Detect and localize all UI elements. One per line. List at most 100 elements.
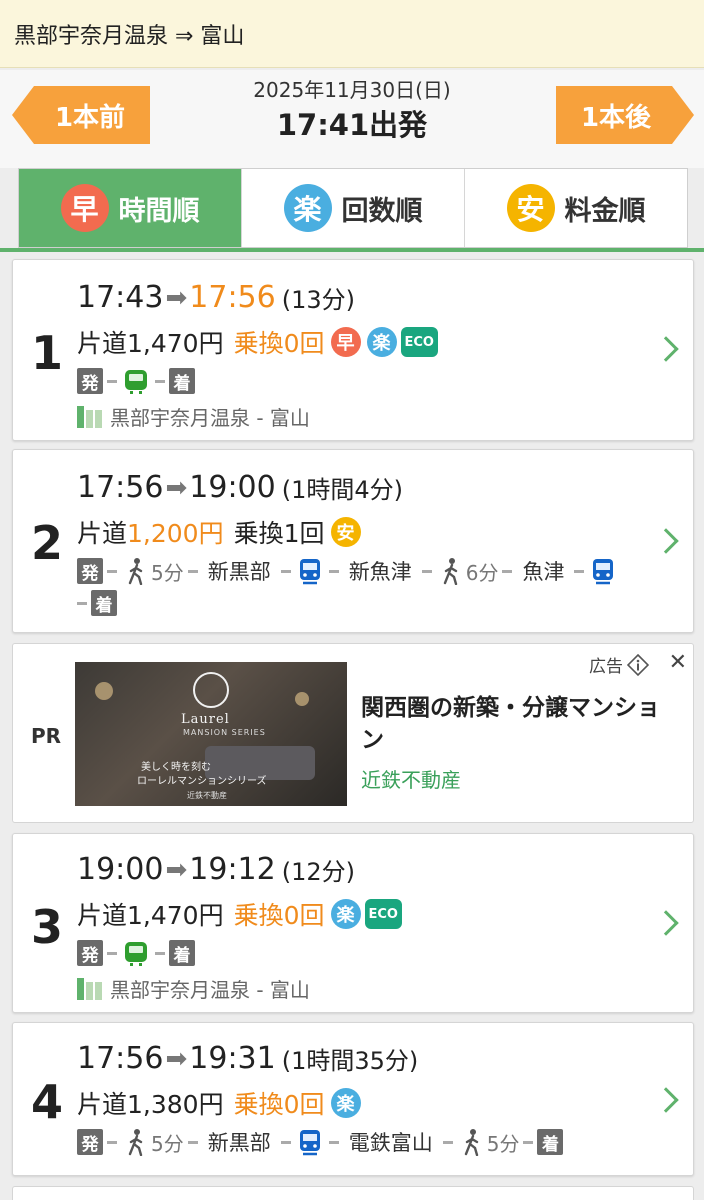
ad-image[interactable]: Laurel MANSION SERIES 美しく時を刻む ローレルマンションシ…: [75, 662, 347, 806]
ad-info[interactable]: 広告: [589, 652, 649, 677]
duration: (1時間35分): [281, 1047, 419, 1075]
tab-fare-order[interactable]: 安 料金順: [465, 169, 687, 247]
tab-transfer-order[interactable]: 楽 回数順: [242, 169, 465, 247]
departure-time: 19:00: [77, 852, 164, 887]
next-train-button[interactable]: 1本後: [556, 86, 694, 144]
segment-line: [107, 951, 117, 955]
arrival-marker: 着: [91, 590, 117, 616]
previous-train-button[interactable]: 1本前: [12, 86, 150, 144]
transfer-count: 乗換0回: [233, 1090, 325, 1119]
route-number: 4: [31, 1075, 64, 1129]
departure-info: 2025年11月30日(日) 17:41出発: [200, 76, 504, 146]
transfer-count: 乗換0回: [233, 329, 325, 358]
segment-line: [280, 1140, 291, 1144]
easy-icon: 楽: [330, 1088, 361, 1118]
walk-icon: [121, 556, 151, 586]
fare-prefix: 片道: [77, 1090, 128, 1119]
chevron-right-icon: [653, 336, 679, 362]
eco-icon: ECO: [364, 899, 402, 929]
route-number: 1: [31, 326, 64, 380]
route-fare-row: 片道 1,470円 乗換0回 楽 ECO: [77, 896, 402, 932]
route-number: 3: [31, 900, 64, 954]
departure-marker: 発: [77, 368, 103, 394]
departure-date: 2025年11月30日(日): [253, 78, 451, 102]
line-stations: 黒部宇奈月温泉 - 富山: [110, 406, 310, 430]
ad-brand-sub: MANSION SERIES: [183, 728, 266, 737]
sort-tabs: 早 時間順 楽 回数順 安 料金順: [18, 168, 688, 248]
segment-line: [155, 379, 165, 383]
route-fare-row: 片道 1,200円 乗換1回 安: [77, 514, 361, 550]
train-icon: [121, 366, 151, 396]
departure-time: 17:56: [77, 470, 164, 505]
departure-time: 17:56: [77, 1041, 164, 1076]
departure-time: 17:43: [77, 280, 164, 315]
route-header: 黒部宇奈月温泉 ⇒ 富山: [0, 0, 704, 68]
station-name: 魚津: [522, 560, 565, 584]
walk-icon: [121, 1127, 151, 1157]
route-segments-continued: 着: [73, 590, 117, 616]
route-segments: 発 5分 新黒部 新魚津 6分 魚津: [77, 556, 618, 586]
ad-banner: PR Laurel MANSION SERIES 美しく時を刻む ローレルマンシ…: [12, 643, 694, 823]
arrival-marker: 着: [537, 1129, 564, 1155]
route-times: 17:56 ➡ 19:31 (1時間35分): [77, 1041, 418, 1076]
line-stations: 黒部宇奈月温泉 - 富山: [110, 978, 310, 1002]
easy-icon: 楽: [330, 899, 361, 929]
station-name: 新黒部: [207, 1131, 271, 1155]
station-name: 新魚津: [348, 560, 412, 584]
tab-time-order[interactable]: 早 時間順: [19, 169, 242, 247]
fast-icon: 早: [330, 327, 361, 357]
route-segments: 発 5分 新黒部 電鉄富山 5分 着: [77, 1127, 564, 1157]
departure-marker: 発: [77, 940, 103, 966]
fare-amount: 1,470円: [127, 329, 224, 358]
line-info: 黒部宇奈月温泉 - 富山: [77, 974, 310, 1003]
ad-title[interactable]: 関西圏の新築・分譲マンション: [361, 692, 661, 756]
segment-line: [107, 569, 117, 573]
arrow-right-icon: ➡: [165, 1043, 188, 1074]
route-card-1[interactable]: 1 17:43 ➡ 17:56 (13分) 片道 1,470円 乗換0回 早 楽 …: [12, 259, 694, 441]
train-icon: [588, 556, 618, 586]
line-info: 黒部宇奈月温泉 - 富山: [77, 402, 310, 431]
segment-line: [280, 569, 291, 573]
arrival-marker: 着: [169, 940, 195, 966]
segment-line: [328, 1140, 339, 1144]
next-train-label: 1本後: [580, 102, 652, 133]
duration: (12分): [281, 858, 355, 886]
ad-sponsor[interactable]: 近鉄不動産: [361, 764, 461, 793]
fare-prefix: 片道: [77, 329, 128, 358]
ad-image-light: [295, 692, 309, 706]
fare-amount: 1,380円: [127, 1090, 224, 1119]
ad-brand: Laurel: [181, 712, 230, 727]
walk-minutes: 5分: [151, 560, 184, 585]
route-card-3[interactable]: 3 19:00 ➡ 19:12 (12分) 片道 1,470円 乗換0回 楽 EC…: [12, 833, 694, 1013]
segment-line: [574, 569, 585, 573]
tab-fare-order-label: 料金順: [564, 195, 646, 227]
segment-line: [502, 569, 513, 573]
station-name: 新黒部: [207, 560, 271, 584]
route-fare-row: 片道 1,380円 乗換0回 楽: [77, 1085, 361, 1121]
tab-transfer-order-label: 回数順: [341, 195, 423, 227]
ad-info-icon: [627, 653, 649, 676]
easy-icon: 楽: [366, 327, 397, 357]
arrival-time: 19:12: [189, 852, 276, 887]
tab-time-order-label: 時間順: [118, 195, 200, 227]
close-icon[interactable]: ✕: [669, 650, 687, 675]
route-card-next[interactable]: [12, 1186, 694, 1200]
segment-line: [442, 1140, 453, 1144]
laurel-logo-icon: [193, 672, 229, 708]
route-times: 17:43 ➡ 17:56 (13分): [77, 280, 355, 315]
route-fare-row: 片道 1,470円 乗換0回 早 楽 ECO: [77, 324, 438, 360]
route-card-2[interactable]: 2 17:56 ➡ 19:00 (1時間4分) 片道 1,200円 乗換1回 安 …: [12, 449, 694, 633]
route-number: 2: [31, 516, 64, 570]
segment-line: [328, 569, 339, 573]
previous-train-label: 1本前: [54, 102, 126, 133]
walk-icon: [436, 556, 466, 586]
segment-line: [187, 1140, 198, 1144]
chevron-right-icon: [653, 528, 679, 554]
departure-marker: 発: [77, 558, 103, 584]
route-card-4[interactable]: 4 17:56 ➡ 19:31 (1時間35分) 片道 1,380円 乗換0回 楽…: [12, 1022, 694, 1176]
segment-line: [107, 1140, 117, 1144]
segment-line: [523, 1140, 534, 1144]
route-times: 17:56 ➡ 19:00 (1時間4分): [77, 470, 403, 505]
fare-amount: 1,470円: [127, 901, 224, 930]
tab-underline: [0, 248, 704, 252]
